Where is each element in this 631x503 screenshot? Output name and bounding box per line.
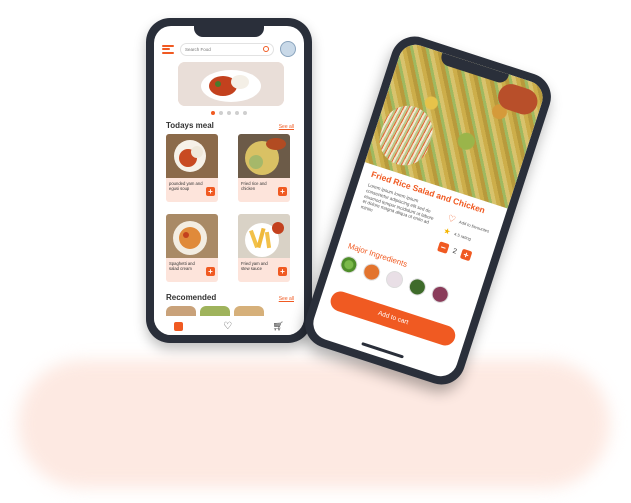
meal-label: pounded yam and egusi soup [169,181,203,192]
search-bar[interactable] [180,42,274,56]
phone-home: Todays meal See all pounded yam and egus… [146,18,312,343]
chicken-image [494,80,541,118]
ingredient-onion[interactable] [383,268,406,291]
ingredient-pepper[interactable] [406,276,429,298]
home-indicator [361,342,404,359]
meal-card[interactable]: pounded yam and egusi soup + [166,134,218,202]
todays-meal-title: Todays meal [166,121,214,130]
recommended-title: Recomended [166,293,217,302]
home-icon[interactable] [174,321,184,331]
increase-button[interactable]: + [459,248,473,262]
meal-label: Fried yam and stew sauce [241,261,268,272]
quantity-value: 2 [451,247,458,256]
carousel-dot[interactable] [219,111,223,115]
carousel-dots [154,111,304,115]
carousel-dot[interactable] [235,111,239,115]
meal-card[interactable]: Spaghetti and salad cream + [166,214,218,282]
home-header [162,40,296,58]
search-icon[interactable] [263,46,269,52]
carousel-dot[interactable] [211,111,215,115]
background-glow [18,360,610,488]
ingredient-carrot[interactable] [360,261,383,283]
see-all-link[interactable]: See all [279,296,294,302]
meal-image [238,134,290,178]
recommended-list [166,306,304,316]
see-all-link[interactable]: See all [279,124,294,130]
recommended-item[interactable] [166,306,196,316]
decrease-button[interactable]: − [437,241,450,254]
meal-image [238,214,290,258]
detail-screen: Fried Rice Salad and Chicken Lorem ipsum… [308,40,548,381]
add-meal-button[interactable]: + [206,267,215,276]
meal-label: Spaghetti and salad cream [169,261,195,272]
avatar[interactable] [280,41,296,57]
phone-notch [194,26,264,37]
ingredient-beet[interactable] [429,283,451,306]
hero-banner[interactable] [178,62,284,106]
quantity-stepper: − 2 + [437,241,473,262]
heart-icon[interactable]: ♡ [223,321,232,332]
meal-image [166,134,218,178]
meal-image [166,214,218,258]
hero-food-image [178,62,284,106]
meal-card[interactable]: Fried yam and stew sauce + [238,214,290,282]
add-meal-button[interactable]: + [206,187,215,196]
bottom-nav: ♡ 🛒︎ [154,317,304,335]
ingredient-peas[interactable] [338,253,360,276]
search-input[interactable] [185,46,245,52]
recommended-header: Recomended See all [166,293,294,302]
cart-icon[interactable]: 🛒︎ [272,321,283,332]
home-screen: Todays meal See all pounded yam and egus… [154,26,304,335]
rating-label: 4.5 rating [453,231,472,242]
heart-icon[interactable]: ♡ [446,213,457,226]
add-meal-button[interactable]: + [278,267,287,276]
todays-meal-header: Todays meal See all [166,121,294,130]
add-meal-button[interactable]: + [278,187,287,196]
meal-label: Fried rice and chicken [241,181,267,192]
star-icon: ★ [442,226,452,237]
recommended-item[interactable] [200,306,230,316]
menu-icon[interactable] [162,44,174,54]
salad-image [373,99,440,172]
phone-detail: Fried Rice Salad and Chicken Lorem ipsum… [298,30,558,391]
carousel-dot[interactable] [227,111,231,115]
carousel-dot[interactable] [243,111,247,115]
meal-card[interactable]: Fried rice and chicken + [238,134,290,202]
recommended-item[interactable] [234,306,264,316]
